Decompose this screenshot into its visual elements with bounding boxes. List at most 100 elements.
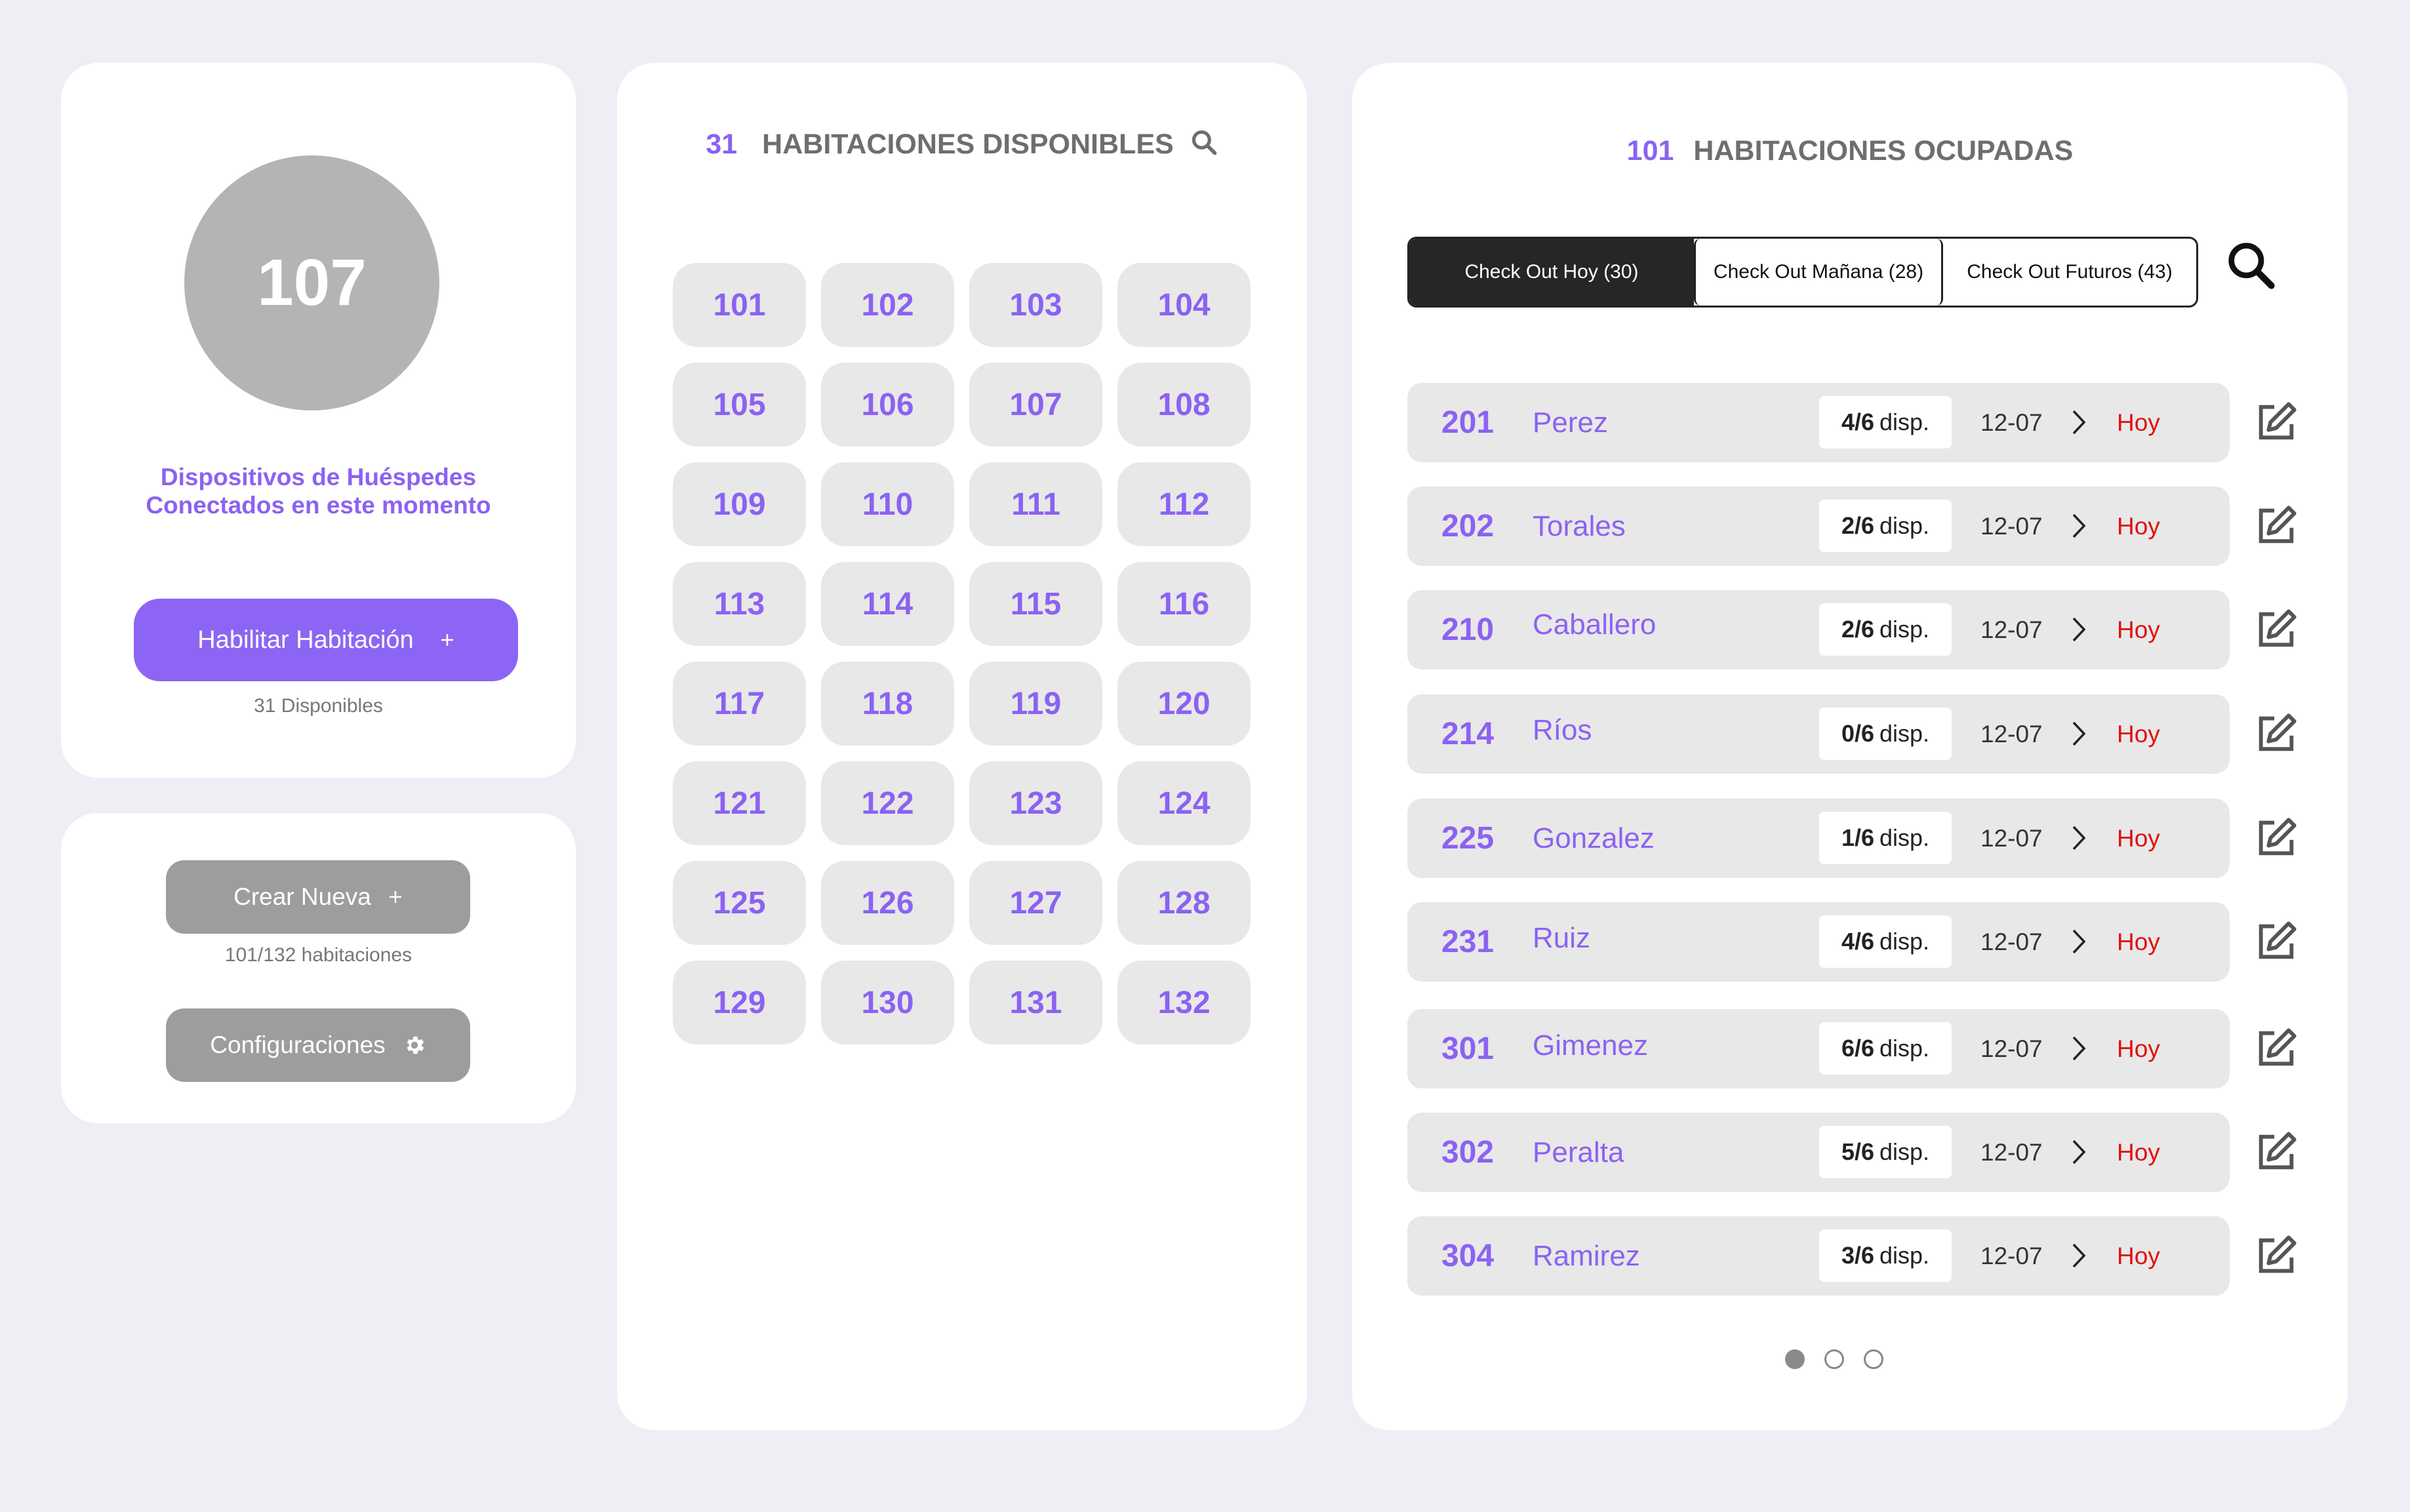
row-devices-count: 2/6 xyxy=(1841,512,1874,539)
chevron-right-icon xyxy=(2072,1243,2086,1268)
edit-icon[interactable] xyxy=(2253,919,2299,965)
room-tile[interactable]: 119 xyxy=(969,662,1102,746)
row-guest-name: Peralta xyxy=(1533,1136,1624,1168)
room-tile[interactable]: 115 xyxy=(969,562,1102,646)
room-tile[interactable]: 128 xyxy=(1117,861,1251,945)
available-rooms-title: HABITACIONES DISPONIBLES xyxy=(762,129,1174,160)
row-devices-count: 5/6 xyxy=(1841,1138,1874,1165)
occupied-rooms-header: 101 HABITACIONES OCUPADAS xyxy=(1352,135,2348,167)
room-tile[interactable]: 122 xyxy=(821,761,954,845)
row-devices-unit: disp. xyxy=(1879,1035,1930,1062)
room-tile[interactable]: 113 xyxy=(673,562,806,646)
tab-checkout-future[interactable]: Check Out Futuros (43) xyxy=(1943,239,2196,306)
room-tile[interactable]: 121 xyxy=(673,761,806,845)
edit-icon[interactable] xyxy=(2253,399,2299,445)
edit-icon[interactable] xyxy=(2253,711,2299,757)
row-checkout-status: Hoy xyxy=(2117,1035,2160,1062)
room-tile[interactable]: 118 xyxy=(821,662,954,746)
pagination-dot[interactable] xyxy=(1785,1349,1805,1369)
row-room-number: 210 xyxy=(1441,612,1495,647)
tab-checkout-tomorrow[interactable]: Check Out Mañana (28) xyxy=(1694,239,1943,306)
row-devices-unit: disp. xyxy=(1879,616,1930,643)
room-tile[interactable]: 111 xyxy=(969,462,1102,546)
row-devices-count: 2/6 xyxy=(1841,616,1874,643)
table-row[interactable]: 231 Ruiz 4/6 disp. 12-07 Hoy xyxy=(1407,902,2230,982)
row-room-number: 301 xyxy=(1441,1031,1495,1066)
row-guest-name: Torales xyxy=(1533,510,1626,542)
table-row[interactable]: 225 Gonzalez 1/6 disp. 12-07 Hoy xyxy=(1407,799,2230,878)
room-tile[interactable]: 116 xyxy=(1117,562,1251,646)
room-tile[interactable]: 107 xyxy=(969,363,1102,447)
enable-room-button[interactable]: Habilitar Habitación xyxy=(134,599,518,681)
room-tile[interactable]: 120 xyxy=(1117,662,1251,746)
room-tile[interactable]: 125 xyxy=(673,861,806,945)
edit-icon[interactable] xyxy=(2253,503,2299,549)
room-tile[interactable]: 114 xyxy=(821,562,954,646)
connected-devices-label-line1: Dispositivos de Huéspedes xyxy=(160,464,477,490)
room-tile[interactable]: 103 xyxy=(969,263,1102,347)
occupied-rooms-card: 101 HABITACIONES OCUPADAS Check Out Hoy … xyxy=(1352,63,2348,1430)
devices-card: 107 Dispositivos de Huéspedes Conectados… xyxy=(61,63,576,778)
settings-button[interactable]: Configuraciones xyxy=(166,1008,470,1082)
available-rooms-count: 31 xyxy=(706,129,738,160)
gear-icon xyxy=(407,1036,424,1054)
pagination-dots xyxy=(1785,1349,1883,1369)
table-row[interactable]: 210 Caballero 2/6 disp. 12-07 Hoy xyxy=(1407,590,2230,669)
create-new-button-label: Crear Nueva xyxy=(233,883,371,910)
room-tile[interactable]: 106 xyxy=(821,363,954,447)
room-tile[interactable]: 129 xyxy=(673,961,806,1044)
search-icon[interactable] xyxy=(2224,239,2277,291)
row-devices-count: 3/6 xyxy=(1841,1242,1874,1269)
connected-devices-label: Dispositivos de Huéspedes Conectados en … xyxy=(61,463,576,519)
table-row[interactable]: 301 Gimenez 6/6 disp. 12-07 Hoy xyxy=(1407,1009,2230,1088)
row-devices-badge: 2/6 disp. xyxy=(1819,500,1952,552)
table-row[interactable]: 214 Ríos 0/6 disp. 12-07 Hoy xyxy=(1407,694,2230,774)
table-row[interactable]: 302 Peralta 5/6 disp. 12-07 Hoy xyxy=(1407,1113,2230,1192)
room-tile[interactable]: 102 xyxy=(821,263,954,347)
row-checkout-date: 12-07 xyxy=(1980,928,2043,955)
table-row[interactable]: 304 Ramirez 3/6 disp. 12-07 Hoy xyxy=(1407,1216,2230,1296)
row-checkout-date: 12-07 xyxy=(1980,1139,2043,1166)
row-devices-unit: disp. xyxy=(1879,512,1930,539)
row-guest-name: Perez xyxy=(1533,407,1608,439)
occupied-rooms-title: HABITACIONES OCUPADAS xyxy=(1693,135,2074,167)
room-tile[interactable]: 105 xyxy=(673,363,806,447)
row-checkout-date: 12-07 xyxy=(1980,1035,2043,1062)
room-tile[interactable]: 117 xyxy=(673,662,806,746)
row-devices-badge: 0/6 disp. xyxy=(1819,707,1952,760)
room-tile[interactable]: 101 xyxy=(673,263,806,347)
room-tile[interactable]: 127 xyxy=(969,861,1102,945)
tab-checkout-today[interactable]: Check Out Hoy (30) xyxy=(1409,239,1694,306)
checkout-tabs: Check Out Hoy (30) Check Out Mañana (28)… xyxy=(1407,237,2198,308)
row-checkout-date: 12-07 xyxy=(1980,825,2043,852)
edit-icon[interactable] xyxy=(2253,1129,2299,1175)
room-tile[interactable]: 110 xyxy=(821,462,954,546)
room-tile[interactable]: 104 xyxy=(1117,263,1251,347)
create-new-button[interactable]: Crear Nueva xyxy=(166,860,470,934)
row-checkout-date: 12-07 xyxy=(1980,409,2043,436)
room-tile[interactable]: 112 xyxy=(1117,462,1251,546)
row-devices-badge: 2/6 disp. xyxy=(1819,603,1952,656)
room-tile[interactable]: 131 xyxy=(969,961,1102,1044)
table-row[interactable]: 201 Perez 4/6 disp. 12-07 Hoy xyxy=(1407,383,2230,462)
rooms-count-note: 101/132 habitaciones xyxy=(224,944,412,966)
room-tile[interactable]: 130 xyxy=(821,961,954,1044)
row-devices-count: 4/6 xyxy=(1841,408,1874,435)
edit-icon[interactable] xyxy=(2253,607,2299,652)
row-checkout-status: Hoy xyxy=(2117,1139,2160,1166)
room-tile[interactable]: 124 xyxy=(1117,761,1251,845)
edit-icon[interactable] xyxy=(2253,815,2299,861)
search-icon[interactable] xyxy=(1190,128,1218,157)
pagination-dot[interactable] xyxy=(1864,1349,1883,1369)
edit-icon[interactable] xyxy=(2253,1025,2299,1071)
room-tile[interactable]: 126 xyxy=(821,861,954,945)
table-row[interactable]: 202 Torales 2/6 disp. 12-07 Hoy xyxy=(1407,487,2230,566)
room-tile[interactable]: 123 xyxy=(969,761,1102,845)
room-tile[interactable]: 108 xyxy=(1117,363,1251,447)
room-tile[interactable]: 132 xyxy=(1117,961,1251,1044)
room-tile[interactable]: 109 xyxy=(673,462,806,546)
row-checkout-status: Hoy xyxy=(2117,721,2160,747)
pagination-dot[interactable] xyxy=(1824,1349,1844,1369)
chevron-right-icon xyxy=(2072,410,2086,435)
edit-icon[interactable] xyxy=(2253,1233,2299,1279)
